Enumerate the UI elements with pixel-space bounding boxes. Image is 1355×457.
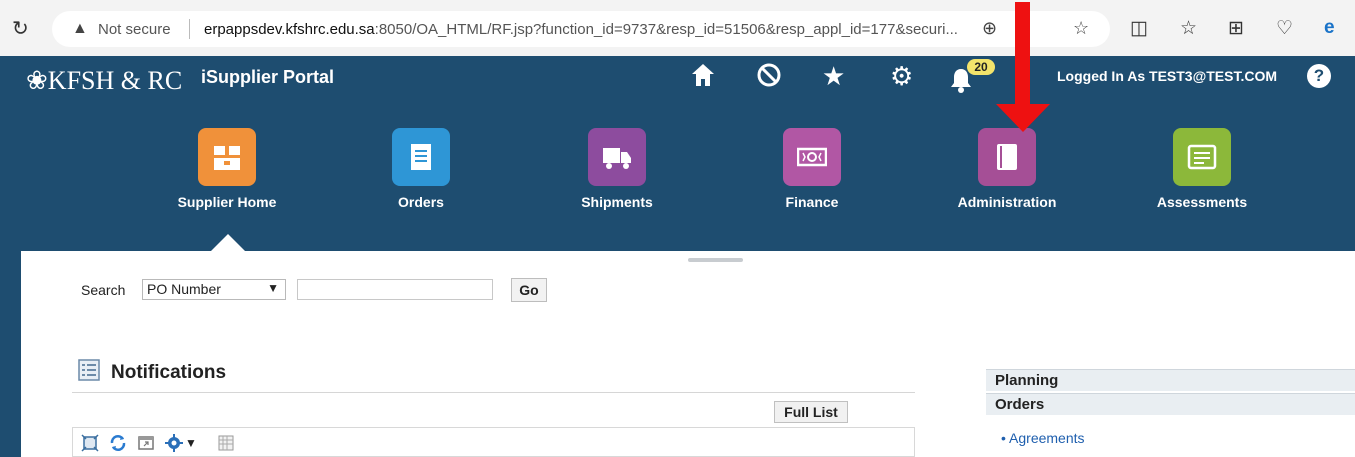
chevron-down-icon: ▼ xyxy=(267,281,279,295)
security-label[interactable]: Not secure xyxy=(98,21,171,38)
kfshrc-logo[interactable]: ❀KFSH & RC xyxy=(26,66,182,96)
zoom-icon[interactable]: ⊕ xyxy=(982,18,997,39)
nav-label: Finance xyxy=(785,194,839,210)
side-section-planning: Planning xyxy=(986,369,1355,391)
home-icon[interactable] xyxy=(690,62,716,93)
url-text[interactable]: erpappsdev.kfshrc.edu.sa:8050/OA_HTML/RF… xyxy=(204,21,958,38)
full-list-button[interactable]: Full List xyxy=(774,401,848,423)
logged-in-user: Logged In As TEST3@TEST.COM xyxy=(1057,68,1278,84)
side-panel: Planning Orders xyxy=(986,369,1355,415)
annotation-arrow-head xyxy=(996,104,1050,132)
warning-icon: ▲ xyxy=(72,20,88,37)
edge-ie-mode-icon[interactable]: e xyxy=(1324,17,1335,39)
search-type-value: PO Number xyxy=(147,281,221,297)
no-entry-icon[interactable] xyxy=(756,62,782,93)
nav-label: Administration xyxy=(957,194,1057,210)
notifications-toolbar: ▼ xyxy=(72,427,915,457)
agreements-link[interactable]: • Agreements xyxy=(1001,430,1085,446)
form-icon xyxy=(1173,128,1231,186)
collapse-handle[interactable] xyxy=(688,258,743,262)
browser-toolbar: ↻ ▲ Not secure erpappsdev.kfshrc.edu.sa:… xyxy=(0,0,1355,56)
portal-title: iSupplier Portal xyxy=(201,67,335,87)
list-icon xyxy=(78,359,100,381)
dropdown-caret-icon[interactable]: ▼ xyxy=(185,436,197,454)
screenshot-root: ↻ ▲ Not secure erpappsdev.kfshrc.edu.sa:… xyxy=(0,0,1355,457)
left-edge-bar xyxy=(0,251,21,457)
agreements-link-text: Agreements xyxy=(1009,430,1085,446)
search-input[interactable] xyxy=(297,279,493,300)
binder-icon xyxy=(978,128,1036,186)
nav-label: Orders xyxy=(398,194,444,210)
nav-label: Shipments xyxy=(581,194,653,210)
side-section-orders: Orders xyxy=(986,393,1355,415)
annotation-arrow-shaft xyxy=(1015,2,1030,106)
refresh-icon[interactable] xyxy=(109,434,127,452)
browser-essentials-icon[interactable]: ♡ xyxy=(1276,17,1293,40)
collections-icon[interactable]: ⊞ xyxy=(1228,17,1244,40)
help-icon[interactable]: ? xyxy=(1307,64,1331,88)
warehouse-icon xyxy=(198,128,256,186)
active-tab-pointer xyxy=(210,234,246,252)
detach-table-icon[interactable] xyxy=(81,434,99,452)
favorites-icon[interactable]: ☆ xyxy=(1180,17,1197,40)
nav-administration[interactable]: Administration xyxy=(932,128,1082,210)
notifications-divider xyxy=(72,392,915,393)
favorite-star-icon[interactable]: ☆ xyxy=(1073,18,1089,39)
document-icon xyxy=(392,128,450,186)
split-screen-icon[interactable]: ◫ xyxy=(1130,17,1148,40)
notification-count-badge[interactable]: 20 xyxy=(967,59,995,75)
notifications-title: Notifications xyxy=(111,362,227,383)
address-divider xyxy=(189,19,190,39)
nav-supplier-home[interactable]: Supplier Home xyxy=(152,128,302,210)
money-icon xyxy=(783,128,841,186)
nav-orders[interactable]: Orders xyxy=(346,128,496,210)
favorites-star-icon[interactable]: ★ xyxy=(822,62,845,90)
settings-gear-icon[interactable] xyxy=(165,434,183,452)
nav-shipments[interactable]: Shipments xyxy=(542,128,692,210)
settings-gear-icon[interactable]: ⚙ xyxy=(890,62,913,90)
nav-label: Supplier Home xyxy=(177,194,277,210)
nav-assessments[interactable]: Assessments xyxy=(1127,128,1277,210)
go-button[interactable]: Go xyxy=(511,278,547,302)
columns-icon[interactable] xyxy=(217,434,235,452)
truck-icon xyxy=(588,128,646,186)
search-label: Search xyxy=(81,282,126,298)
nav-finance[interactable]: Finance xyxy=(737,128,887,210)
logo-text: KFSH & RC xyxy=(47,66,183,95)
url-path: :8050/OA_HTML/RF.jsp?function_id=9737&re… xyxy=(374,21,958,38)
search-type-select[interactable]: PO Number ▼ xyxy=(142,279,286,300)
app-header: ❀KFSH & RC iSupplier Portal ★ ⚙ 20 Logge… xyxy=(0,56,1355,252)
reload-icon[interactable]: ↻ xyxy=(12,18,34,40)
address-bar[interactable]: ▲ Not secure erpappsdev.kfshrc.edu.sa:80… xyxy=(52,11,1110,47)
url-host: erpappsdev.kfshrc.edu.sa xyxy=(204,21,375,38)
nav-label: Assessments xyxy=(1156,194,1248,210)
restore-window-icon[interactable] xyxy=(137,434,155,452)
